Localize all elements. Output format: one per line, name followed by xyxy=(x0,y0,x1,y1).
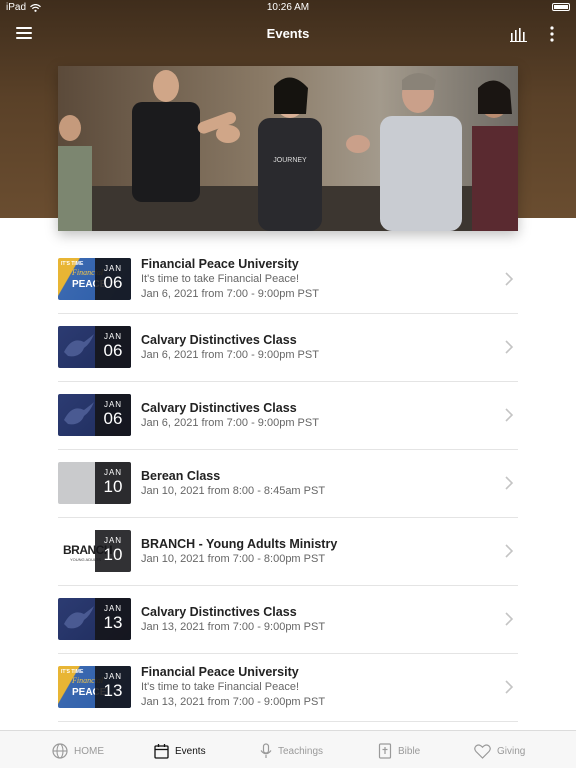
dove-icon xyxy=(64,402,94,425)
date-day: 06 xyxy=(103,409,123,428)
event-thumbnail: IT'S TIME Financial PEACE JAN 13 xyxy=(58,666,131,708)
chevron-right-icon xyxy=(505,340,514,354)
tab-label-home: HOME xyxy=(74,745,104,757)
nav-bar: Events xyxy=(0,18,576,50)
status-time: 10:26 AM xyxy=(266,2,310,13)
event-row[interactable]: JAN 10 Berean Class Jan 10, 2021 from 8:… xyxy=(58,450,518,518)
event-text: Financial Peace University It's time to … xyxy=(141,256,481,302)
status-bar: iPad 10:26 AM xyxy=(0,0,576,16)
event-subtitle: It's time to take Financial Peace! xyxy=(141,273,300,285)
event-date-time: Jan 6, 2021 from 7:00 - 9:00pm PST xyxy=(141,288,319,300)
microphone-icon xyxy=(260,743,272,758)
event-title: Berean Class xyxy=(141,469,221,483)
event-date-time: Jan 13, 2021 from 7:00 - 9:00pm PST xyxy=(141,696,326,708)
chevron-right-icon xyxy=(505,544,514,558)
tab-giving[interactable]: Giving xyxy=(474,740,525,762)
event-text: Calvary Distinctives Class Jan 6, 2021 f… xyxy=(141,332,481,363)
event-row[interactable]: JAN 06 Calvary Distinctives Class Jan 6,… xyxy=(58,314,518,382)
calendar-icon xyxy=(154,744,169,759)
event-title: Calvary Distinctives Class xyxy=(141,605,297,619)
thumb-fpu-top: IT'S TIME xyxy=(61,669,84,675)
date-month: JAN xyxy=(103,264,123,273)
event-date-time: Jan 6, 2021 from 7:00 - 9:00pm PST xyxy=(141,349,319,361)
date-day: 10 xyxy=(103,545,123,564)
date-day: 13 xyxy=(103,613,123,632)
dove-icon xyxy=(64,334,94,357)
date-badge: JAN 06 xyxy=(95,258,131,300)
globe-icon xyxy=(52,743,68,759)
hero-image[interactable]: JOURNEY xyxy=(58,66,518,231)
date-badge: JAN 06 xyxy=(95,326,131,368)
date-month: JAN xyxy=(103,332,123,341)
event-text: Berean Class Jan 10, 2021 from 8:00 - 8:… xyxy=(141,468,481,499)
event-row[interactable]: IT'S TIME Financial PEACE JAN 06 Financi… xyxy=(58,246,518,314)
event-thumbnail: JAN 10 xyxy=(58,462,131,504)
event-text: BRANCH - Young Adults Ministry Jan 10, 2… xyxy=(141,536,481,567)
event-title: Calvary Distinctives Class xyxy=(141,401,297,415)
tab-label-giving: Giving xyxy=(497,745,526,757)
heart-icon xyxy=(474,743,491,759)
event-text: Financial Peace University It's time to … xyxy=(141,664,481,710)
tab-events[interactable]: Events xyxy=(154,740,206,762)
event-date-time: Jan 10, 2021 from 7:00 - 8:00pm PST xyxy=(141,553,326,565)
bible-icon xyxy=(378,743,392,759)
tab-bible[interactable]: Bible xyxy=(378,740,420,762)
event-thumbnail: IT'S TIME Financial PEACE JAN 06 xyxy=(58,258,131,300)
event-list: IT'S TIME Financial PEACE JAN 06 Financi… xyxy=(58,246,518,722)
event-text: Calvary Distinctives Class Jan 6, 2021 f… xyxy=(141,400,481,431)
event-thumbnail: JAN 13 xyxy=(58,598,131,640)
tab-label-teachings: Teachings xyxy=(278,745,324,757)
event-text: Calvary Distinctives Class Jan 13, 2021 … xyxy=(141,604,481,635)
date-badge: JAN 13 xyxy=(95,666,131,708)
hero-photo-illustration: JOURNEY xyxy=(58,66,518,231)
date-badge: JAN 13 xyxy=(95,598,131,640)
date-badge: JAN 06 xyxy=(95,394,131,436)
thumb-fpu-top: IT'S TIME xyxy=(61,261,84,267)
date-badge: JAN 10 xyxy=(95,530,131,572)
event-date-time: Jan 13, 2021 from 7:00 - 9:00pm PST xyxy=(141,621,326,633)
chevron-right-icon xyxy=(505,680,514,694)
page-title: Events xyxy=(266,26,310,41)
tab-bar: HOME Events Teachings Bible Giving xyxy=(0,730,576,768)
date-month: JAN xyxy=(103,536,123,545)
chevron-right-icon xyxy=(505,272,514,286)
event-thumbnail: JAN 06 xyxy=(58,394,131,436)
date-day: 06 xyxy=(103,341,123,360)
event-subtitle: It's time to take Financial Peace! xyxy=(141,681,300,693)
event-row[interactable]: IT'S TIME Financial PEACE JAN 13 Financi… xyxy=(58,654,518,722)
dove-icon xyxy=(64,606,94,629)
event-row[interactable]: JAN 06 Calvary Distinctives Class Jan 6,… xyxy=(58,382,518,450)
date-month: JAN xyxy=(103,468,123,477)
tab-home[interactable]: HOME xyxy=(52,740,104,762)
date-day: 10 xyxy=(103,477,123,496)
event-date-time: Jan 6, 2021 from 7:00 - 9:00pm PST xyxy=(141,417,319,429)
date-day: 06 xyxy=(103,273,123,292)
hero-shirt-text: JOURNEY xyxy=(273,157,307,164)
date-day: 13 xyxy=(103,681,123,700)
date-month: JAN xyxy=(103,400,123,409)
date-month: JAN xyxy=(103,672,123,681)
chevron-right-icon xyxy=(505,476,514,490)
tab-teachings[interactable]: Teachings xyxy=(260,740,323,762)
date-month: JAN xyxy=(103,604,123,613)
event-row[interactable]: JAN 13 Calvary Distinctives Class Jan 13… xyxy=(58,586,518,654)
audio-bars-icon[interactable] xyxy=(510,28,528,42)
date-badge: JAN 10 xyxy=(95,462,131,504)
battery-icon xyxy=(552,3,570,11)
more-options-icon[interactable] xyxy=(548,26,556,42)
event-row[interactable]: BRANCH YOUNG ADULTS JAN 10 BRANCH - Youn… xyxy=(58,518,518,586)
status-right xyxy=(552,3,570,11)
event-title: BRANCH - Young Adults Ministry xyxy=(141,537,338,551)
event-thumbnail: BRANCH YOUNG ADULTS JAN 10 xyxy=(58,530,131,572)
event-title: Calvary Distinctives Class xyxy=(141,333,297,347)
chevron-right-icon xyxy=(505,408,514,422)
event-thumbnail: JAN 06 xyxy=(58,326,131,368)
chevron-right-icon xyxy=(505,612,514,626)
tab-label-bible: Bible xyxy=(398,745,421,757)
event-title: Financial Peace University xyxy=(141,257,299,271)
event-title: Financial Peace University xyxy=(141,665,299,679)
tab-label-events: Events xyxy=(175,745,206,757)
event-date-time: Jan 10, 2021 from 8:00 - 8:45am PST xyxy=(141,485,326,497)
